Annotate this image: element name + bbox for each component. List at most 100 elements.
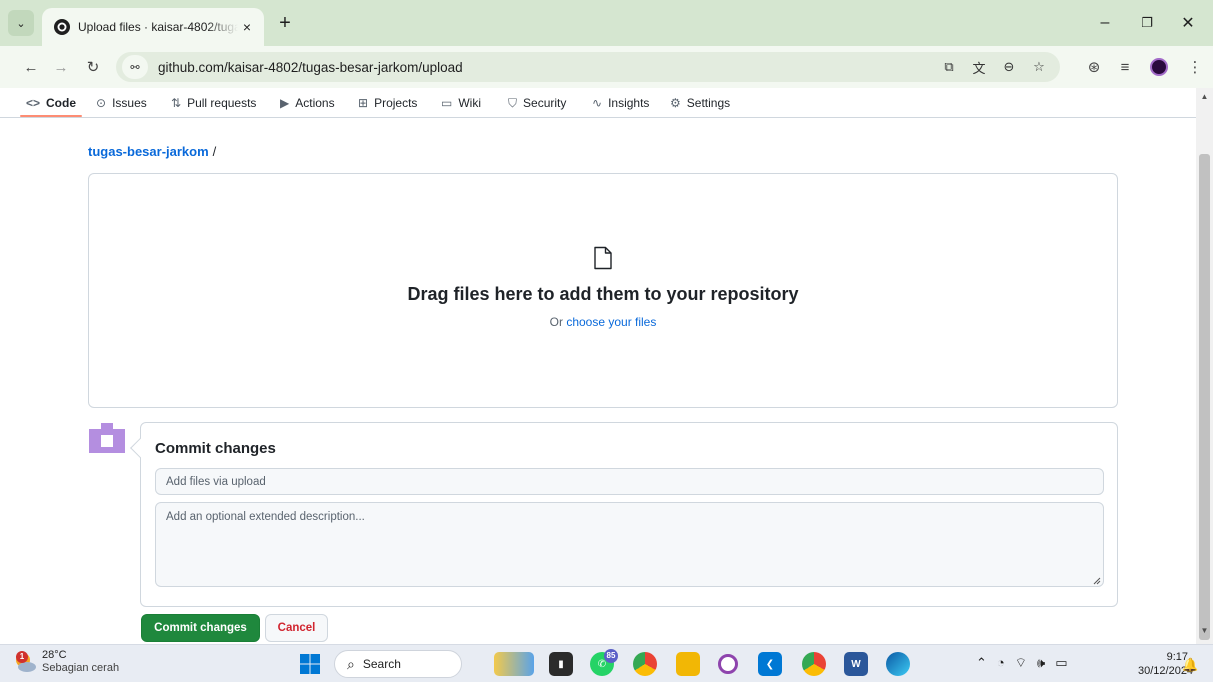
tab-issues-label: Issues [112,96,147,110]
tab-search-button[interactable]: ⌄ [8,10,34,36]
repo-navigation: <> Code ⊙ Issues ⇅ Pull requests ▶ Actio… [0,88,1196,118]
dropzone-or-text: Or [549,315,563,329]
choose-files-link[interactable]: choose your files [566,315,656,329]
commit-title: Commit changes [155,440,276,457]
vscode-icon[interactable]: ❮ [758,652,782,676]
windows-taskbar: 1 28°C Sebagian cerah ⌕ Search ▮ ✆ 85 ❮ … [0,644,1213,682]
notification-bell-icon[interactable]: 🔔 [1182,657,1198,673]
weather-temperature: 28°C [42,649,67,661]
tab-wiki[interactable]: ▭ Wiki [441,88,481,118]
chevron-up-icon[interactable]: ⌃ [976,655,987,671]
maximize-button[interactable]: ❐ [1127,12,1167,34]
tab-actions-label: Actions [295,96,335,110]
tab-insights[interactable]: ∿ Insights [592,88,649,118]
browser-toolbar: ← → ↻ ⚯ github.com/kaisar-4802/tugas-bes… [0,46,1213,88]
github-logo-icon [54,19,70,35]
weather-widget[interactable]: 1 28°C Sebagian cerah [12,649,119,675]
tab-pull-requests-label: Pull requests [187,96,257,110]
new-tab-button[interactable]: + [274,12,296,34]
user-avatar [89,423,125,459]
reload-icon[interactable]: ↻ [82,56,104,78]
task-view-icon[interactable]: ▮ [549,652,573,676]
zoom-icon[interactable]: ⊖ [998,56,1020,78]
code-icon: <> [26,96,41,110]
close-window-button[interactable]: ✕ [1168,12,1208,34]
forward-arrow-icon[interactable]: → [50,56,72,78]
commit-changes-button[interactable]: Commit changes [141,614,260,642]
network-icon[interactable]: ◔ [997,655,1005,671]
play-icon: ▶ [280,96,290,110]
pull-request-icon: ⇅ [171,96,182,110]
profile-avatar[interactable] [1150,58,1168,76]
tab-security[interactable]: ⛉ Security [508,88,566,118]
issue-icon: ⊙ [96,96,107,110]
address-bar[interactable]: ⚯ github.com/kaisar-4802/tugas-besar-jar… [116,52,1060,82]
chrome-profile-icon[interactable] [802,652,826,676]
clock-time: 9:17 [1166,651,1188,663]
weather-icon: 1 [12,649,38,675]
word-icon[interactable]: W [844,652,868,676]
whatsapp-unread-badge: 85 [604,649,618,663]
system-tray: ⌃ ◔ ⌔ 🕪 ▭ [976,655,1068,671]
browser-tab-strip: ⌄ Upload files · kaisar-4802/tugas-besar… [0,0,1213,46]
edge-icon[interactable] [886,652,910,676]
tab-code[interactable]: <> Code [26,88,76,118]
breadcrumb: tugas-besar-jarkom / [88,144,216,159]
selected-tab-underline [20,115,82,117]
minimize-button[interactable]: – [1085,12,1125,34]
commit-description-input[interactable] [155,502,1104,587]
taskbar-search[interactable]: ⌕ Search [334,650,462,678]
scroll-down-arrow-icon[interactable]: ▼ [1196,626,1213,638]
tab-settings[interactable]: ⚙ Settings [670,88,730,118]
windows-start-icon[interactable] [300,654,320,674]
browser-tab[interactable]: Upload files · kaisar-4802/tugas-besar-j… [42,8,264,46]
tab-issues[interactable]: ⊙ Issues [96,88,147,118]
tab-wiki-label: Wiki [458,96,482,110]
commit-summary-input[interactable] [155,468,1104,495]
scrollbar-thumb[interactable] [1199,154,1210,640]
wifi-icon[interactable]: ⌔ [1015,655,1027,671]
back-arrow-icon[interactable]: ← [20,56,42,78]
extensions-icon[interactable]: ⊛ [1083,56,1105,78]
cancel-button[interactable]: Cancel [265,614,328,642]
repo-link[interactable]: tugas-besar-jarkom [88,144,209,159]
resize-handle-icon[interactable] [1093,577,1101,585]
opera-icon[interactable] [718,654,738,674]
tab-title: Upload files · kaisar-4802/tugas-besar-j… [78,20,238,34]
scroll-up-arrow-icon[interactable]: ▲ [1196,92,1213,104]
tab-code-label: Code [46,96,77,110]
install-app-icon[interactable]: ⧉ [938,56,960,78]
url-text[interactable]: github.com/kaisar-4802/tugas-besar-jarko… [158,60,463,75]
taskbar-widget-icon[interactable] [494,652,534,676]
close-tab-icon[interactable]: × [238,18,256,36]
dropzone-subtitle: Or choose your files [88,315,1118,329]
tab-actions[interactable]: ▶ Actions [280,88,335,118]
weather-alert-badge: 1 [16,651,28,663]
system-clock[interactable]: 9:17 30/12/2024 [1138,650,1193,678]
reading-list-icon[interactable]: ≡ [1114,56,1136,78]
gear-icon: ⚙ [670,96,681,110]
book-icon: ▭ [441,96,453,110]
whatsapp-icon[interactable]: ✆ 85 [590,649,618,676]
breadcrumb-separator: / [212,144,217,159]
tab-projects-label: Projects [374,96,418,110]
tab-projects[interactable]: ⊞ Projects [358,88,417,118]
graph-icon: ∿ [592,96,603,110]
file-explorer-icon[interactable] [676,652,700,676]
chevron-down-icon: ⌄ [16,17,26,30]
translate-icon[interactable]: 文 [968,56,990,78]
chrome-icon[interactable] [633,652,657,676]
bookmark-star-icon[interactable]: ☆ [1028,56,1050,78]
tab-insights-label: Insights [608,96,650,110]
site-info-icon[interactable]: ⚯ [122,55,148,79]
battery-icon[interactable]: ▭ [1055,655,1067,671]
tab-settings-label: Settings [686,96,731,110]
page-scrollbar[interactable]: ▲ ▼ [1196,88,1213,644]
shield-icon: ⛉ [508,95,518,110]
tab-security-label: Security [523,96,567,110]
volume-icon[interactable]: 🕪 [1037,655,1045,671]
taskbar-search-label: Search [362,657,401,671]
file-icon [594,246,612,270]
tab-pull-requests[interactable]: ⇅ Pull requests [171,88,256,118]
more-menu-icon[interactable]: ⋮ [1184,56,1206,78]
